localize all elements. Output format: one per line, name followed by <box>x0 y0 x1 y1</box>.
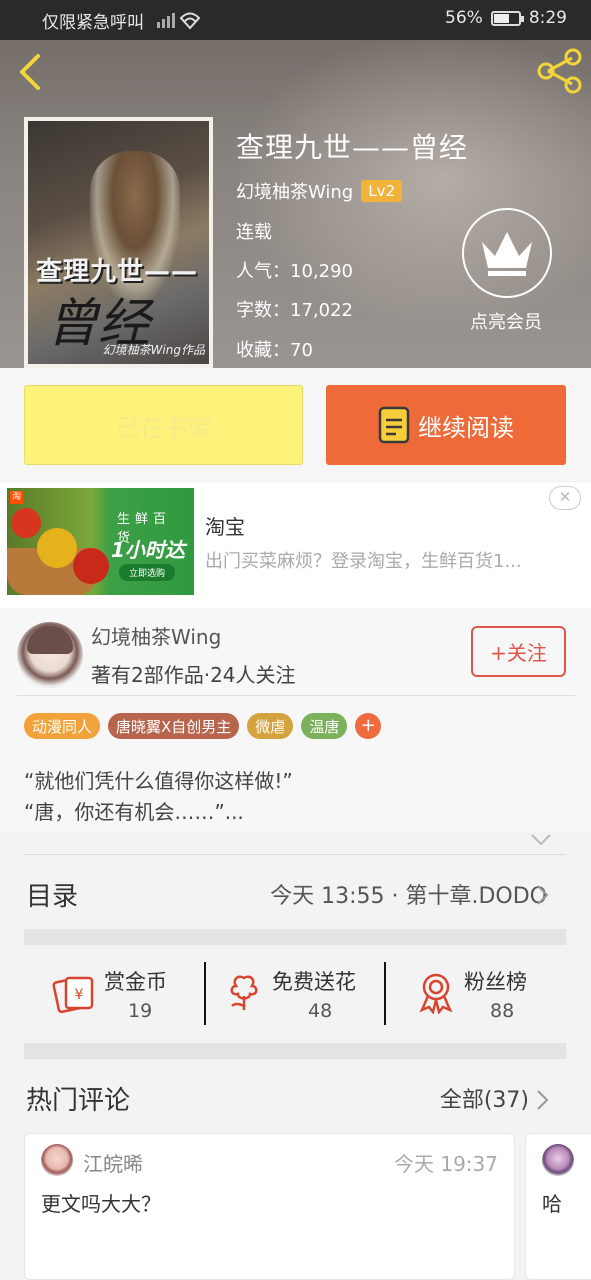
reward-coins-button[interactable]: ¥ 赏金币 19 <box>52 964 182 1026</box>
commenter-avatar[interactable] <box>542 1144 574 1176</box>
battery-icon <box>490 10 524 26</box>
book-icon <box>378 406 410 444</box>
back-button[interactable] <box>16 52 48 92</box>
tag-list: 动漫同人 唐晓翼X自创男主 微虐 温唐 + <box>24 713 382 739</box>
comment-time: 今天 19:37 <box>394 1152 498 1176</box>
vip-button[interactable] <box>462 208 552 298</box>
cover-author: 幻境柚茶Wing作品 <box>102 343 205 357</box>
continue-reading-label: 继续阅读 <box>418 413 514 442</box>
flower-icon <box>230 975 258 1010</box>
level-badge: Lv2 <box>361 180 403 202</box>
divider <box>17 695 575 696</box>
free-flowers-button[interactable]: 免费送花 48 <box>222 964 372 1026</box>
signal-icon <box>157 10 201 35</box>
section-separator <box>24 929 566 945</box>
latest-chapter[interactable]: 今天 13:55 · 第十章.DODO <box>270 878 547 910</box>
share-button[interactable] <box>536 48 584 94</box>
ad-description[interactable]: 出门买菜麻烦？登录淘宝，生鲜百货1... <box>205 547 550 573</box>
book-cover[interactable]: 查理九世—— 曾经 幻境柚茶Wing作品 <box>24 117 213 368</box>
chevron-right-icon <box>536 884 550 910</box>
description-line-1: “就他们凭什么值得你这样做!” <box>24 769 293 793</box>
comment-text: 更文吗大大？ <box>41 1192 161 1216</box>
vip-label: 点亮会员 <box>470 312 542 333</box>
clock: 8:29 <box>528 8 567 28</box>
free-flowers-value: 48 <box>308 1000 333 1022</box>
continue-reading-button[interactable]: 继续阅读 <box>326 385 566 465</box>
author-name[interactable]: 幻境柚茶Wing <box>91 621 221 650</box>
action-bar: 已在书架 继续阅读 <box>0 368 591 481</box>
section-separator <box>24 1043 566 1059</box>
coin-envelope-icon: ¥ <box>52 976 94 1014</box>
book-title: 查理九世——曾经 <box>236 131 469 164</box>
hot-comments-label: 热门评论 <box>26 1086 131 1116</box>
author-avatar[interactable] <box>17 622 83 688</box>
fan-rank-button[interactable]: 粉丝榜 88 <box>414 964 544 1026</box>
all-comments-link[interactable]: 全部(37) <box>440 1082 529 1114</box>
follow-label: +关注 <box>490 641 547 665</box>
stat-divider <box>204 962 206 1025</box>
book-favorites: 收藏：70 <box>236 340 313 361</box>
add-tag-button[interactable]: + <box>355 713 382 739</box>
chevron-right-icon <box>536 1089 550 1115</box>
status-right: 56% 8:29 <box>445 8 567 28</box>
medal-icon <box>419 973 453 1014</box>
ad-banner-headline: 1小时达 <box>111 538 185 562</box>
catalog-label[interactable]: 目录 <box>26 876 78 913</box>
taobao-logo-icon: 淘 <box>10 491 23 504</box>
book-popularity: 人气：10,290 <box>236 261 353 282</box>
comment-card[interactable]: 哈 <box>525 1133 591 1280</box>
ad-banner-button: 立即选购 <box>119 564 176 581</box>
cover-art: 查理九世—— 曾经 幻境柚茶Wing作品 <box>28 121 209 364</box>
author-line[interactable]: 幻境柚茶Wing Lv2 <box>236 178 403 204</box>
comment-text: 哈 <box>542 1192 562 1216</box>
expand-description-button[interactable] <box>530 832 552 851</box>
ad-close-button[interactable]: ✕ <box>549 486 581 510</box>
book-author[interactable]: 幻境柚茶Wing <box>236 178 353 204</box>
free-flowers-label: 免费送花 <box>272 970 356 994</box>
divider <box>24 854 566 855</box>
description-line-2: “唐，你还有机会……”... <box>24 800 244 824</box>
fan-rank-label: 粉丝榜 <box>464 970 527 994</box>
tag-pairing[interactable]: 唐晓翼X自创男主 <box>108 713 240 739</box>
svg-text:¥: ¥ <box>75 987 84 1003</box>
ad-image[interactable]: 淘 生鲜百货 1小时达 立即选购 <box>7 488 194 595</box>
battery-percent: 56% <box>445 8 483 28</box>
carrier-text: 仅限紧急呼叫 <box>42 13 144 33</box>
ad-banner[interactable]: 淘 生鲜百货 1小时达 立即选购 <box>0 482 591 608</box>
commenter-avatar[interactable] <box>41 1144 73 1176</box>
commenter-name[interactable]: 江皖晞 <box>83 1148 143 1177</box>
fan-rank-value: 88 <box>490 1000 515 1022</box>
follow-button[interactable]: +关注 <box>471 626 566 677</box>
tag-angst[interactable]: 微虐 <box>247 713 294 739</box>
chevron-left-icon <box>20 54 40 90</box>
book-word-count: 字数：17,022 <box>236 300 353 321</box>
book-description[interactable]: “就他们凭什么值得你这样做!” “唐，你还有机会……”... <box>24 766 293 828</box>
crown-icon <box>482 232 532 276</box>
apple-shape <box>73 548 109 584</box>
author-card: 幻境柚茶Wing 著有2部作品·24人关注 +关注 动漫同人 唐晓翼X自创男主 … <box>0 608 591 832</box>
tag-anime[interactable]: 动漫同人 <box>24 713 101 739</box>
share-icon <box>537 48 582 94</box>
comment-card[interactable]: 江皖晞 今天 19:37 更文吗大大？ <box>24 1133 515 1280</box>
ad-title[interactable]: 淘宝 <box>205 511 245 540</box>
in-shelf-button[interactable]: 已在书架 <box>24 385 303 465</box>
in-shelf-label: 已在书架 <box>115 413 212 442</box>
reward-coins-label: 赏金币 <box>104 970 167 994</box>
author-stats: 著有2部作品·24人关注 <box>91 663 296 687</box>
status-bar: 仅限紧急呼叫 56% 8:29 <box>0 0 591 40</box>
tomato-shape <box>11 508 41 538</box>
pepper-shape <box>37 528 77 568</box>
stat-divider <box>384 962 386 1025</box>
book-status: 连载 <box>236 222 272 243</box>
reward-coins-value: 19 <box>128 1000 153 1022</box>
chevron-down-icon <box>531 834 551 846</box>
tag-warm[interactable]: 温唐 <box>301 713 348 739</box>
